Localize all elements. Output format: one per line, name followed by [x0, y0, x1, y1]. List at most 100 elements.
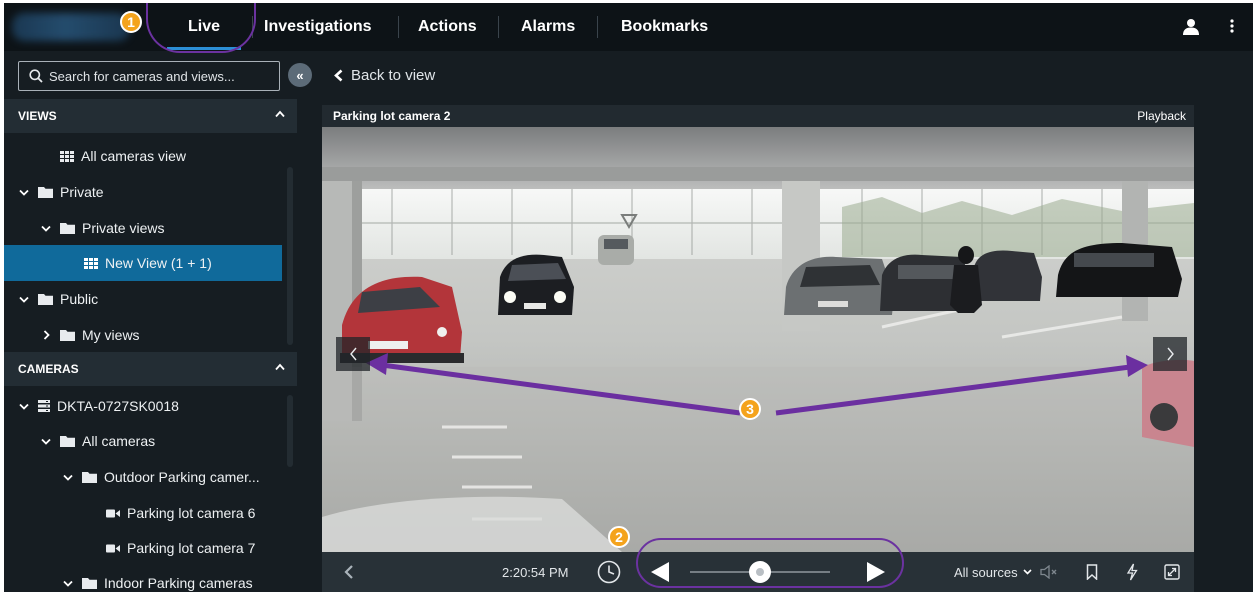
- user-icon[interactable]: [1183, 18, 1199, 40]
- chevron-down-icon[interactable]: [18, 189, 30, 196]
- tree-item-parking-camera-6[interactable]: Parking lot camera 6: [4, 495, 282, 531]
- tree-item-outdoor-parking[interactable]: Outdoor Parking camer...: [4, 459, 282, 495]
- tree-item-label: New View (1 + 1): [105, 255, 212, 271]
- folder-icon: [60, 435, 75, 447]
- chevron-right-icon[interactable]: [40, 330, 52, 340]
- chevron-left-icon: [334, 69, 343, 82]
- chevron-down-icon[interactable]: [40, 438, 52, 445]
- bookmark-icon[interactable]: [1086, 552, 1098, 592]
- car-silver-back: [598, 235, 634, 265]
- tree-item-label: Indoor Parking cameras: [104, 575, 253, 591]
- fullscreen-icon[interactable]: [1164, 552, 1180, 592]
- previous-camera-button[interactable]: [336, 337, 370, 371]
- app-window: Live Investigations Actions Alarms Bookm…: [4, 3, 1253, 592]
- tree-item-new-view[interactable]: New View (1 + 1): [4, 245, 282, 281]
- tree-item-public[interactable]: Public: [4, 281, 282, 317]
- step-forward-button[interactable]: [866, 552, 886, 592]
- tree-item-private-views[interactable]: Private views: [4, 210, 282, 246]
- tab-live[interactable]: Live: [188, 3, 220, 51]
- sources-dropdown[interactable]: All sources: [954, 552, 1032, 592]
- folder-icon: [82, 577, 97, 589]
- tree-item-label: All cameras: [82, 433, 156, 449]
- tree-item-label: Parking lot camera 7: [127, 540, 256, 556]
- car-black-center: [498, 254, 574, 315]
- callout-badge-3: 3: [739, 398, 761, 420]
- tree-item-label: All cameras view: [81, 148, 187, 164]
- car-pink-edge: [1142, 359, 1194, 447]
- tree-item-private[interactable]: Private: [4, 174, 282, 210]
- lightning-icon[interactable]: [1126, 552, 1138, 592]
- tree-item-server[interactable]: DKTA-0727SK0018: [4, 388, 282, 424]
- search-input[interactable]: [49, 68, 269, 84]
- tab-alarms[interactable]: Alarms: [521, 3, 575, 51]
- tree-item-label: Private: [60, 184, 104, 200]
- sources-label: All sources: [954, 564, 1018, 580]
- chevron-right-icon: [1166, 347, 1174, 361]
- more-options-icon[interactable]: [1230, 18, 1234, 39]
- grid-view-icon: [84, 257, 98, 269]
- views-section-header[interactable]: VIEWS: [4, 99, 297, 133]
- collapse-sidebar-button[interactable]: «: [288, 63, 312, 87]
- tab-bookmarks[interactable]: Bookmarks: [621, 3, 708, 51]
- camera-icon: [106, 544, 120, 553]
- folder-icon: [60, 329, 75, 341]
- chevron-left-icon: [349, 347, 357, 361]
- callout-badge-2: 2: [608, 526, 630, 548]
- car-dark-far: [972, 250, 1042, 301]
- camera-icon: [106, 509, 120, 518]
- grid-view-icon: [60, 150, 74, 162]
- next-camera-button[interactable]: [1153, 337, 1187, 371]
- nav-divider: [252, 16, 253, 38]
- car-grey-right: [784, 256, 894, 315]
- active-tab-indicator: [167, 47, 241, 50]
- chevron-up-icon: [275, 110, 285, 118]
- tree-item-all-cameras-view[interactable]: All cameras view: [4, 138, 282, 174]
- playback-mode-label: Playback: [1137, 109, 1186, 123]
- playback-time: 2:20:54 PM: [502, 564, 569, 580]
- folder-icon: [82, 471, 97, 483]
- parking-garage-scene: [322, 127, 1194, 552]
- search-icon: [29, 69, 43, 83]
- views-scrollbar[interactable]: [287, 167, 293, 345]
- tree-item-label: Public: [60, 291, 99, 307]
- tree-item-label: Private views: [82, 220, 165, 236]
- previous-button[interactable]: [344, 552, 354, 592]
- tree-item-all-cameras[interactable]: All cameras: [4, 423, 282, 459]
- tree-item-my-views[interactable]: My views: [4, 317, 282, 353]
- camera-tile-header: Parking lot camera 2 Playback: [322, 105, 1194, 127]
- chevron-down-icon[interactable]: [40, 225, 52, 232]
- cameras-scrollbar[interactable]: [287, 395, 293, 467]
- folder-icon: [38, 293, 53, 305]
- back-to-view-link[interactable]: Back to view: [334, 67, 435, 84]
- step-backward-button[interactable]: [650, 552, 670, 592]
- camera-search[interactable]: [18, 61, 280, 91]
- chevron-down-icon[interactable]: [18, 296, 30, 303]
- folder-icon: [38, 186, 53, 198]
- clock-icon[interactable]: [597, 552, 621, 592]
- timeline-slider[interactable]: [690, 552, 830, 592]
- tree-item-label: My views: [82, 327, 140, 343]
- cameras-section-header[interactable]: CAMERAS: [4, 352, 297, 386]
- tree-item-label: DKTA-0727SK0018: [57, 398, 179, 414]
- tab-investigations[interactable]: Investigations: [264, 3, 372, 51]
- camera-title: Parking lot camera 2: [333, 109, 451, 123]
- play-reverse-icon: [651, 562, 669, 582]
- video-feed[interactable]: [322, 127, 1194, 552]
- chevron-left-icon: [344, 565, 353, 579]
- nav-divider: [498, 16, 499, 38]
- speaker-muted-icon[interactable]: [1040, 552, 1058, 592]
- top-navigation-bar: Live Investigations Actions Alarms Bookm…: [4, 3, 1253, 51]
- brand-logo-blurred: [12, 13, 130, 41]
- nav-divider: [398, 16, 399, 38]
- tree-item-parking-camera-7[interactable]: Parking lot camera 7: [4, 530, 282, 566]
- tree-item-indoor-parking[interactable]: Indoor Parking cameras: [4, 565, 282, 592]
- nav-divider: [597, 16, 598, 38]
- chevron-down-icon[interactable]: [18, 403, 30, 410]
- tree-item-label: Outdoor Parking camer...: [104, 469, 260, 485]
- server-icon: [38, 400, 50, 412]
- chevron-down-icon[interactable]: [62, 474, 74, 481]
- tab-actions[interactable]: Actions: [418, 3, 477, 51]
- tree-item-label: Parking lot camera 6: [127, 505, 256, 521]
- chevron-down-icon[interactable]: [62, 580, 74, 587]
- chevron-up-icon: [275, 363, 285, 371]
